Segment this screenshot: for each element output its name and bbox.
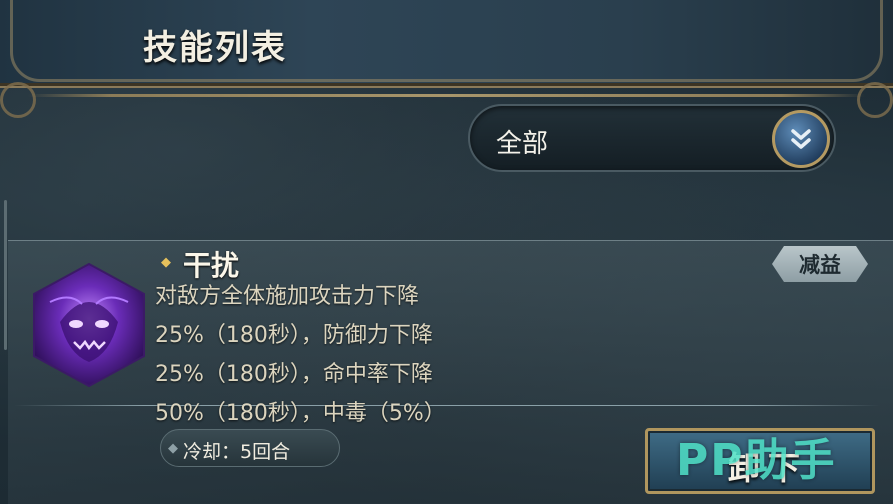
page-title: 技能列表 <box>143 28 287 68</box>
cooldown-text: 冷却：5回合 <box>183 441 291 463</box>
right-ornament-icon <box>857 82 893 118</box>
skill-icon <box>33 262 145 388</box>
title-frame <box>10 0 883 82</box>
skill-description-line: 25%（180秒），命中率下降 <box>155 362 433 387</box>
dropdown-button[interactable] <box>772 110 830 168</box>
skill-description-line: 25%（180秒），防御力下降 <box>155 323 433 348</box>
skill-description-line: 50%（180秒），中毒（5%） <box>155 401 446 426</box>
diamond-icon: ◆ <box>168 441 178 456</box>
divider <box>28 94 865 97</box>
filter-selected: 全部 <box>496 129 549 159</box>
scrollbar[interactable] <box>4 200 7 350</box>
dropdown-chevron-icon <box>791 129 811 149</box>
skill-description-line: 对敌方全体施加攻击力下降 <box>155 284 420 309</box>
left-ornament-icon <box>0 82 36 118</box>
watermark: PP助手 <box>676 435 837 486</box>
cooldown-badge: ◆ 冷却：5回合 <box>160 429 340 467</box>
title-bar: 技能列表 <box>0 0 893 88</box>
card-divider <box>14 405 880 406</box>
star-icon: ◆ <box>161 255 171 270</box>
filter-dropdown[interactable]: 全部 <box>468 104 836 172</box>
skill-type-tag: 减益 <box>772 246 868 282</box>
